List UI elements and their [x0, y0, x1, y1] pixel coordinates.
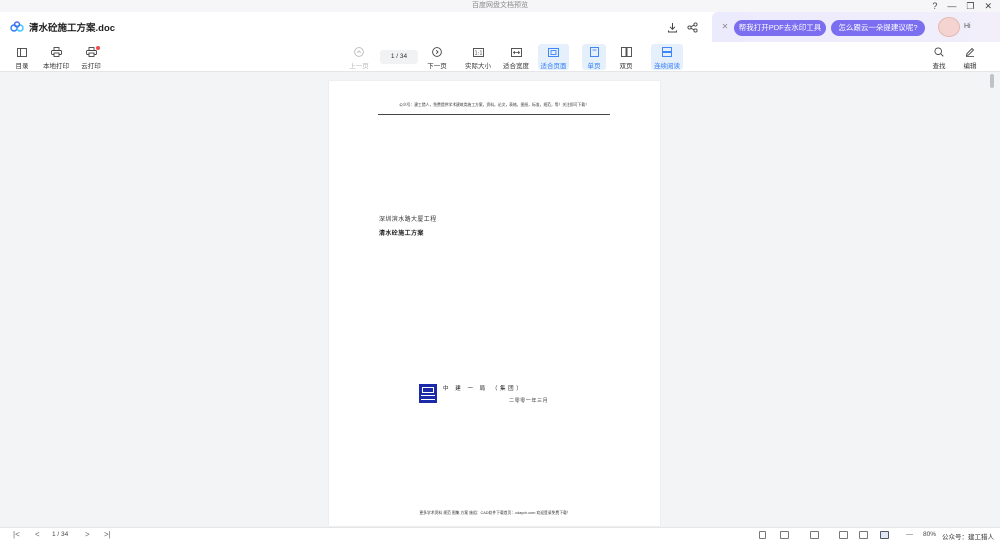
toc-icon	[16, 46, 28, 58]
prev-page-small-button[interactable]: <	[35, 529, 40, 541]
toc-button[interactable]: 目录	[12, 44, 32, 70]
arrow-up-circle-icon	[353, 46, 365, 58]
document-heading: 清水砼施工方案	[379, 231, 424, 237]
actual-size-view-icon[interactable]	[839, 531, 848, 539]
document-page: 公众号：建工猎人，免费提供学术建筑类施工方案，资料，论文，表格，图纸，标准，规范…	[329, 81, 660, 526]
doc-preview-window: 百度网盘文档预览 ? — ❐ ✕ 清水砼施工方案.doc ✕ 帮我打开PDF去水…	[0, 0, 1000, 541]
last-page-button[interactable]: >|	[104, 529, 111, 541]
fit-width-view-icon[interactable]	[859, 531, 868, 539]
watermark-tool-button[interactable]: 帮我打开PDF去水印工具	[734, 20, 826, 36]
page-header-text: 公众号：建工猎人，免费提供学术建筑类施工方案，资料，论文，表格，图纸，标准，规范…	[399, 103, 589, 107]
page-footer-text: 更多学术资料 规范 图集 方案 施组：CAD软件下载首页：cdaych.com …	[419, 511, 571, 515]
cloud-printer-icon	[85, 46, 100, 58]
printer-icon	[50, 46, 62, 58]
close-button[interactable]: ✕	[984, 0, 992, 12]
window-controls: ? — ❐ ✕	[932, 0, 992, 12]
actual-size-icon: 1:1	[472, 46, 484, 58]
vertical-scrollbar[interactable]	[990, 74, 994, 88]
page-indicator: 1 / 34	[52, 531, 69, 538]
double-page-view-icon[interactable]	[780, 531, 789, 539]
bottom-status-bar: |< < 1 / 34 > >| — 80%	[0, 527, 1000, 541]
prev-page-button[interactable]: 上一页	[347, 44, 371, 70]
zoom-level[interactable]: 80%	[923, 529, 936, 541]
window-title-bar: 百度网盘文档预览 ? — ❐ ✕	[0, 0, 1000, 12]
find-button[interactable]: 查找	[929, 44, 949, 70]
page-number-input[interactable]: 1 / 34	[380, 50, 418, 64]
document-date: 二零零一年三月	[509, 398, 549, 404]
fit-page-icon	[548, 46, 560, 58]
fit-page-view-icon[interactable]	[880, 531, 889, 539]
fit-width-button[interactable]: 适合宽度	[501, 44, 531, 70]
header-divider	[378, 114, 610, 115]
zoom-out-button[interactable]: —	[906, 529, 913, 541]
project-name: 深圳滨水路大厦工程	[379, 217, 437, 223]
continuous-read-icon	[661, 46, 673, 58]
window-title: 百度网盘文档预览	[472, 2, 528, 9]
document-title: 清水砼施工方案.doc	[29, 23, 116, 34]
pencil-icon	[964, 46, 976, 58]
double-page-button[interactable]: 双页	[614, 44, 638, 70]
single-page-icon	[588, 46, 600, 58]
viewer-toolbar: 目录 本地打印 云打印 上一页 1 / 34 下一页 1:1 实际大小 适合宽度	[0, 42, 1000, 72]
assistant-greeting: Hi	[964, 23, 971, 30]
notification-dot	[96, 46, 100, 50]
share-icon[interactable]	[685, 20, 699, 34]
search-icon	[933, 46, 945, 58]
baidu-netdisk-logo-icon	[10, 21, 24, 32]
edit-button[interactable]: 编辑	[960, 44, 980, 70]
single-page-button[interactable]: 单页	[582, 44, 606, 70]
first-page-button[interactable]: |<	[13, 529, 20, 541]
assistant-avatar[interactable]	[938, 17, 960, 37]
restore-button[interactable]: ❐	[966, 0, 974, 12]
svg-text:1:1: 1:1	[474, 50, 482, 56]
feedback-button[interactable]: 怎么跟云一朵提建议呢?	[831, 20, 925, 36]
fit-page-button[interactable]: 适合页面	[538, 44, 569, 70]
screenshot-watermark: 公众号：建工猎人	[942, 534, 994, 541]
single-page-view-icon[interactable]	[759, 531, 766, 539]
ai-assistant-promo: ✕ 帮我打开PDF去水印工具 怎么跟云一朵提建议呢? Hi	[712, 12, 1000, 42]
fit-width-icon	[510, 46, 522, 58]
help-button[interactable]: ?	[932, 0, 937, 12]
download-icon[interactable]	[665, 20, 679, 34]
cloud-print-button[interactable]: 云打印	[80, 44, 102, 70]
actual-size-button[interactable]: 1:1 实际大小	[463, 44, 493, 70]
continuous-view-icon[interactable]	[810, 531, 819, 539]
organization-name: 中 建 一 局 （集团）	[443, 386, 525, 392]
local-print-button[interactable]: 本地打印	[41, 44, 71, 70]
arrow-right-circle-icon	[431, 46, 443, 58]
next-page-small-button[interactable]: >	[85, 529, 90, 541]
promo-close-icon[interactable]: ✕	[720, 22, 730, 32]
double-page-icon	[620, 46, 632, 58]
continuous-read-button[interactable]: 连续阅读	[651, 44, 683, 70]
company-logo-icon	[419, 384, 437, 403]
minimize-button[interactable]: —	[947, 0, 956, 12]
next-page-button[interactable]: 下一页	[425, 44, 449, 70]
